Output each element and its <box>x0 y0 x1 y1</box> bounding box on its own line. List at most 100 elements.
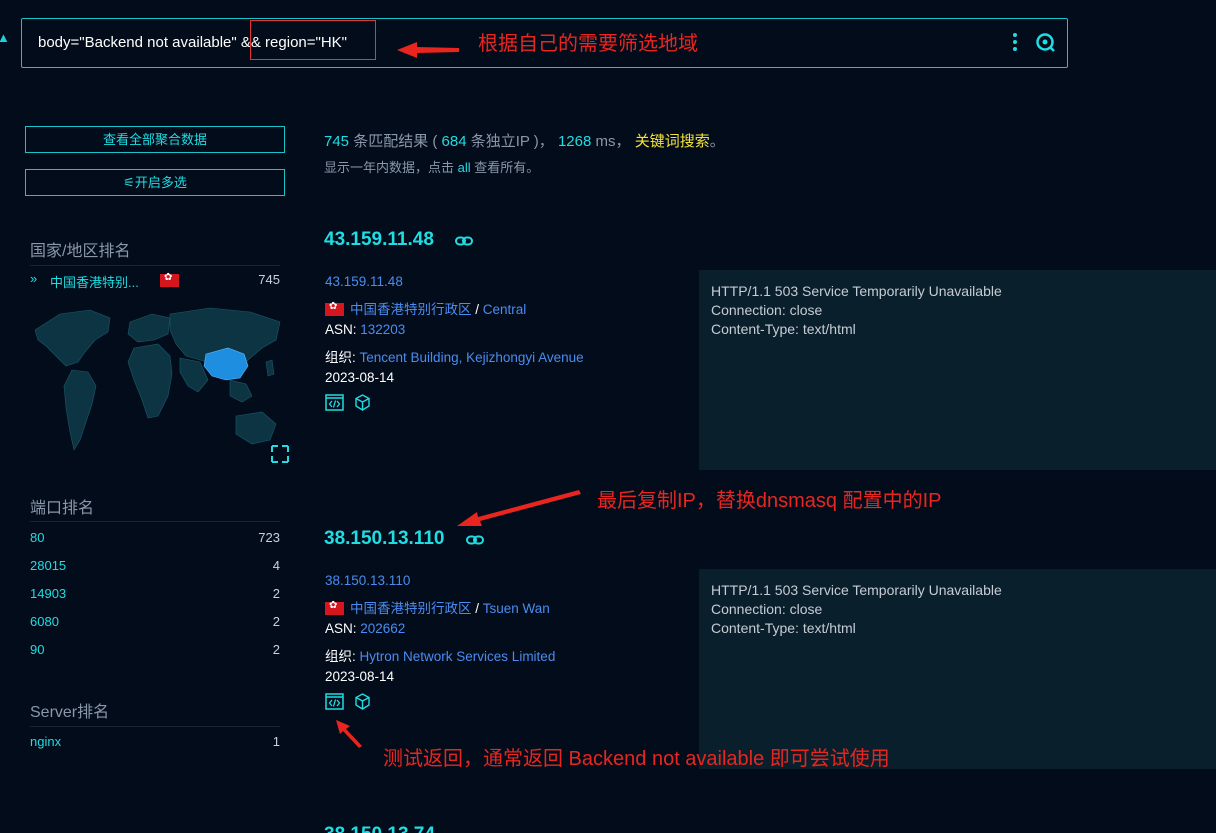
port-rank-title: 端口排名 <box>30 500 95 517</box>
annotation-highlight-box <box>250 20 376 60</box>
region-link[interactable]: 中国香港特别行政区 <box>350 601 472 616</box>
response-line: HTTP/1.1 503 Service Temporarily Unavail… <box>711 582 1002 598</box>
expand-icon <box>271 445 289 463</box>
result-summary: 745 条匹配结果 ( 684 条独立IP )， 1268 ms， 关键词搜索。 <box>324 130 725 151</box>
port-label[interactable]: 6080 <box>30 614 59 629</box>
response-line: Connection: close <box>711 302 823 318</box>
keyword-search-link[interactable]: 关键词搜索 <box>635 133 710 150</box>
note-prefix: 显示一年内数据，点击 <box>324 160 458 175</box>
annotation-arrow <box>336 720 362 748</box>
more-options-icon[interactable] <box>1009 31 1021 53</box>
link-icon[interactable] <box>466 535 484 545</box>
org-line: 组织: Hytron Network Services Limited <box>325 645 555 665</box>
asn-label: ASN: <box>325 322 361 337</box>
all-link[interactable]: all <box>458 160 471 175</box>
divider <box>30 265 280 266</box>
world-map[interactable] <box>30 300 292 470</box>
port-count: 723 <box>258 530 280 545</box>
server-label[interactable]: nginx <box>30 734 61 749</box>
separator: / <box>471 601 483 616</box>
port-label[interactable]: 28015 <box>30 558 66 573</box>
note-suffix: 查看所有。 <box>470 160 540 175</box>
org-link[interactable]: Hytron Network Services Limited <box>360 649 556 664</box>
port-rank-row[interactable]: 14903 2 <box>30 586 280 606</box>
region-link[interactable]: 中国香港特别行政区 <box>350 302 472 317</box>
port-count: 2 <box>272 614 280 629</box>
server-count: 1 <box>272 734 280 749</box>
asn-link[interactable]: 202662 <box>360 621 405 636</box>
asn-link[interactable]: 132203 <box>360 322 405 337</box>
response-line: Content-Type: text/html <box>711 321 856 337</box>
link-icon[interactable] <box>455 236 473 246</box>
result-ip-title[interactable]: 43.159.11.48 <box>324 229 434 251</box>
annotation-filter-region: 根据自己的需要筛选地域 <box>478 33 698 55</box>
multiselect-button[interactable]: ⚟开启多选 <box>25 169 285 196</box>
http-response-panel: HTTP/1.1 503 Service Temporarily Unavail… <box>699 270 1216 470</box>
org-line: 组织: Tencent Building, Kejizhongyi Avenue <box>325 346 584 366</box>
view-aggregate-button[interactable]: 查看全部聚合数据 <box>25 126 285 153</box>
annotation-arrow <box>397 42 459 58</box>
result-date: 2023-08-14 <box>325 669 395 684</box>
port-count: 2 <box>272 642 280 657</box>
annotation-copy-ip: 最后复制IP，替换dnsmasq 配置中的IP <box>597 490 942 512</box>
port-rank-row[interactable]: 90 2 <box>30 642 280 662</box>
hk-flag-icon <box>325 301 344 316</box>
result-ip-title[interactable]: 38.150.13.110 <box>324 528 444 550</box>
response-line: HTTP/1.1 503 Service Temporarily Unavail… <box>711 283 1002 299</box>
search-icon[interactable] <box>1034 31 1056 53</box>
code-view-icon[interactable] <box>325 693 344 710</box>
port-label[interactable]: 80 <box>30 530 44 545</box>
asn-line: ASN: 132203 <box>325 322 405 337</box>
cube-icon[interactable] <box>353 394 372 411</box>
annotation-arrow <box>457 490 581 526</box>
hk-flag-icon <box>325 600 344 615</box>
response-line: Connection: close <box>711 601 823 617</box>
china-region-highlight <box>203 347 249 381</box>
country-rank-title: 国家/地区排名 <box>30 243 131 260</box>
country-label[interactable]: 中国香港特别... <box>50 272 139 291</box>
country-count: 745 <box>258 272 280 287</box>
query-time: 1268 <box>557 133 592 150</box>
http-response-panel: HTTP/1.1 503 Service Temporarily Unavail… <box>699 569 1216 769</box>
location-line: 中国香港特别行政区 / Tsuen Wan <box>325 597 550 617</box>
country-rank-row[interactable]: » 中国香港特别... 745 <box>30 271 280 292</box>
city-link[interactable]: Central <box>483 302 527 317</box>
period-text: 。 <box>709 133 725 150</box>
port-rank-row[interactable]: 80 723 <box>30 530 280 550</box>
collapse-arrow-icon[interactable]: ▲ <box>0 30 10 45</box>
port-rank-row[interactable]: 6080 2 <box>30 614 280 634</box>
unique-text: 条独立IP )， <box>466 133 558 150</box>
asn-line: ASN: 202662 <box>325 621 405 636</box>
annotation-test-return: 测试返回，通常返回 Backend not available 即可尝试使用 <box>383 748 890 770</box>
response-line: Content-Type: text/html <box>711 620 856 636</box>
code-view-icon[interactable] <box>325 394 344 411</box>
divider <box>30 726 280 727</box>
divider <box>30 521 280 522</box>
city-link[interactable]: Tsuen Wan <box>483 601 550 616</box>
port-count: 2 <box>272 586 280 601</box>
result-ip-link[interactable]: 43.159.11.48 <box>325 274 403 289</box>
location-line: 中国香港特别行政区 / Central <box>325 298 526 318</box>
double-chevron-icon: » <box>30 271 38 286</box>
org-label: 组织: <box>325 649 360 664</box>
server-rank-title: Server排名 <box>30 704 110 721</box>
port-label[interactable]: 90 <box>30 642 44 657</box>
hk-flag-icon <box>160 272 179 287</box>
match-count: 745 <box>324 133 350 150</box>
match-text: 条匹配结果 ( <box>349 133 442 150</box>
result-ip-title[interactable]: 38.150.13.74 <box>324 824 435 833</box>
result-ip-link[interactable]: 38.150.13.110 <box>325 573 410 588</box>
separator: / <box>471 302 483 317</box>
asn-label: ASN: <box>325 621 361 636</box>
port-count: 4 <box>272 558 280 573</box>
result-date: 2023-08-14 <box>325 370 395 385</box>
port-label[interactable]: 14903 <box>30 586 66 601</box>
ms-text: ms， <box>591 133 635 150</box>
org-label: 组织: <box>325 350 360 365</box>
server-rank-row[interactable]: nginx 1 <box>30 734 280 754</box>
org-link[interactable]: Tencent Building, Kejizhongyi Avenue <box>360 350 584 365</box>
port-rank-row[interactable]: 28015 4 <box>30 558 280 578</box>
data-range-note: 显示一年内数据，点击 all 查看所有。 <box>324 157 539 176</box>
cube-icon[interactable] <box>353 693 372 710</box>
unique-ip-count: 684 <box>441 133 467 150</box>
